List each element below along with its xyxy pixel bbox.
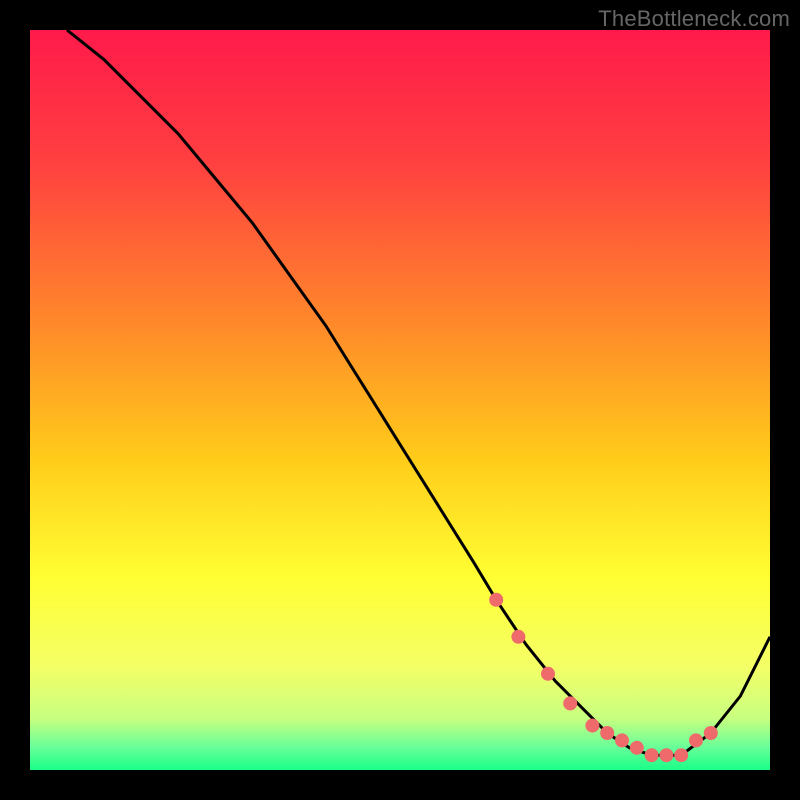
optimum-point <box>511 630 525 644</box>
optimum-point <box>489 593 503 607</box>
optimum-point <box>615 733 629 747</box>
optimum-point <box>563 696 577 710</box>
optimum-point <box>541 667 555 681</box>
optimum-point <box>674 748 688 762</box>
optimum-point <box>585 719 599 733</box>
bottleneck-chart <box>30 30 770 770</box>
optimum-point <box>659 748 673 762</box>
optimum-point <box>630 741 644 755</box>
heat-background <box>30 30 770 770</box>
chart-frame <box>30 30 770 770</box>
optimum-point <box>600 726 614 740</box>
optimum-point <box>645 748 659 762</box>
optimum-point <box>704 726 718 740</box>
attribution-text: TheBottleneck.com <box>598 6 790 32</box>
optimum-point <box>689 733 703 747</box>
